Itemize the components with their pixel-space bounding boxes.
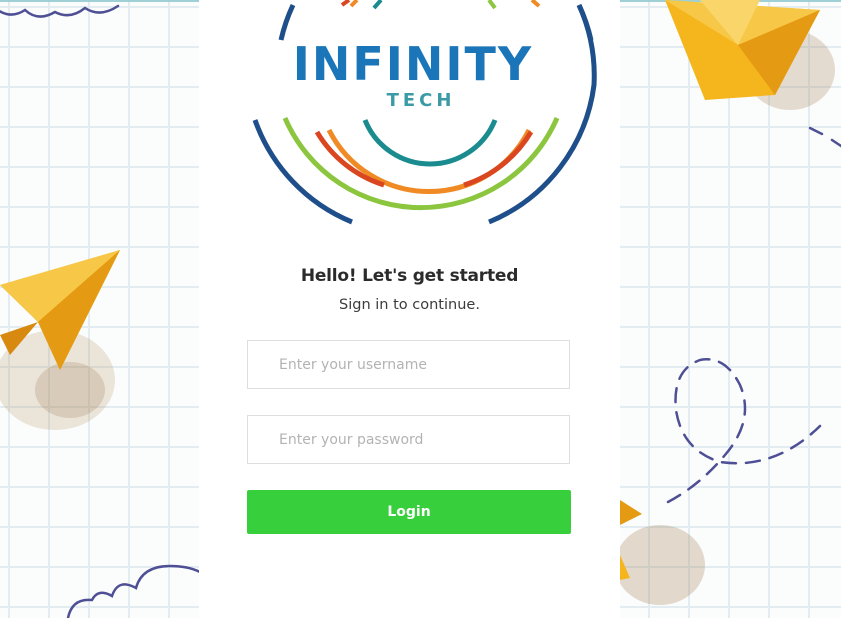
dashed-loop-doodle bbox=[666, 358, 822, 504]
paper-plane-right-top bbox=[665, 0, 835, 110]
infinity-tech-logo: INFINITY TECH bbox=[252, 0, 597, 225]
greeting-heading: Hello! Let's get started bbox=[300, 266, 519, 286]
paper-plane-left bbox=[0, 250, 120, 430]
username-input[interactable] bbox=[247, 340, 570, 389]
logo-sub-text: TECH bbox=[387, 90, 456, 111]
login-card: INFINITY TECH Hello! Let's get started S… bbox=[199, 0, 620, 618]
dash-doodle-top bbox=[808, 126, 841, 148]
cloud-doodle-bottom bbox=[66, 564, 202, 618]
login-button[interactable]: Login bbox=[247, 490, 571, 534]
signin-subheading: Sign in to continue. bbox=[339, 297, 480, 313]
logo-main-text: INFINITY bbox=[293, 37, 533, 91]
password-input[interactable] bbox=[247, 415, 570, 464]
cloud-doodle-top bbox=[0, 4, 120, 18]
paper-plane-right-bottom bbox=[615, 500, 705, 605]
